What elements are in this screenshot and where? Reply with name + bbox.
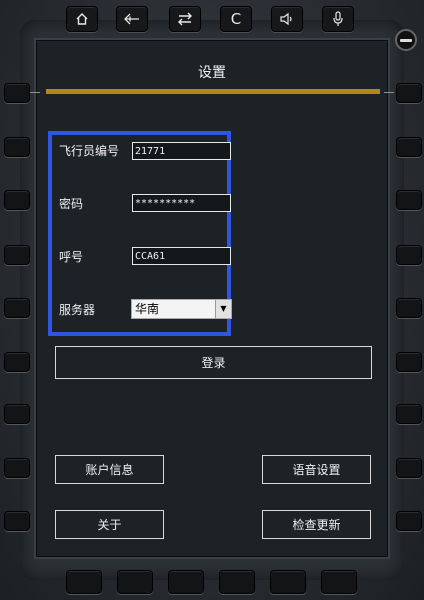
right-soft-key-3[interactable]	[396, 190, 422, 210]
back-button[interactable]	[116, 6, 148, 32]
clear-label: C	[230, 10, 242, 28]
left-soft-key-2[interactable]	[4, 137, 30, 157]
check-updates-label: 检查更新	[292, 518, 341, 532]
microphone-icon	[333, 11, 343, 26]
server-label: 服务器	[59, 303, 96, 317]
mic-button[interactable]	[322, 6, 354, 32]
left-soft-key-6[interactable]	[4, 352, 30, 372]
tick-mark	[384, 92, 394, 93]
bottom-key-6[interactable]	[321, 570, 357, 594]
right-soft-key-4[interactable]	[396, 245, 422, 265]
voice-settings-button[interactable]: 语音设置	[262, 455, 371, 484]
check-updates-button[interactable]: 检查更新	[262, 510, 371, 539]
tick-mark	[30, 92, 40, 93]
about-button[interactable]: 关于	[55, 510, 164, 539]
server-select-value: 华南	[135, 302, 160, 316]
home-icon	[76, 13, 88, 25]
password-field[interactable]: **********	[132, 194, 231, 212]
bottom-key-1[interactable]	[66, 570, 102, 594]
left-soft-key-9[interactable]	[4, 511, 30, 531]
bottom-key-3[interactable]	[168, 570, 204, 594]
brightness-knob[interactable]	[395, 29, 417, 51]
right-soft-key-1[interactable]	[396, 83, 422, 103]
right-soft-key-9[interactable]	[396, 511, 422, 531]
bottom-key-5[interactable]	[270, 570, 306, 594]
bottom-key-2[interactable]	[117, 570, 153, 594]
title-underline	[46, 89, 380, 94]
callsign-label: 呼号	[59, 250, 84, 264]
right-soft-key-2[interactable]	[396, 137, 422, 157]
volume-button[interactable]	[271, 6, 303, 32]
left-soft-key-4[interactable]	[4, 245, 30, 265]
swap-button[interactable]	[169, 6, 201, 32]
home-button[interactable]	[66, 6, 98, 32]
page-title: 设置	[198, 65, 226, 81]
left-soft-key-8[interactable]	[4, 458, 30, 478]
left-soft-key-3[interactable]	[4, 190, 30, 210]
right-soft-key-6[interactable]	[396, 352, 422, 372]
bottom-key-4[interactable]	[219, 570, 255, 594]
login-button-label: 登录	[201, 356, 226, 370]
about-label: 关于	[97, 518, 122, 532]
account-info-button[interactable]: 账户信息	[55, 455, 164, 484]
left-soft-key-5[interactable]	[4, 298, 30, 318]
clear-button[interactable]: C	[220, 6, 252, 32]
right-soft-key-5[interactable]	[396, 298, 422, 318]
account-info-label: 账户信息	[85, 463, 134, 477]
server-select[interactable]: 华南 ▼	[131, 299, 232, 319]
right-soft-key-8[interactable]	[396, 458, 422, 478]
password-label: 密码	[59, 197, 84, 211]
login-button[interactable]: 登录	[55, 346, 372, 379]
callsign-field[interactable]: CCA61	[132, 247, 231, 265]
left-soft-key-7[interactable]	[4, 404, 30, 424]
back-arrow-icon	[124, 13, 139, 25]
display-screen: 设置 飞行员编号 21771 密码 ********** 呼号 CCA61 服务…	[36, 40, 388, 557]
speaker-icon	[280, 12, 292, 26]
swap-icon	[178, 12, 192, 26]
left-soft-key-1[interactable]	[4, 83, 30, 103]
voice-settings-label: 语音设置	[292, 463, 341, 477]
chevron-down-icon[interactable]: ▼	[215, 300, 231, 318]
pilot-id-label: 飞行员编号	[59, 144, 120, 158]
pilot-id-field[interactable]: 21771	[132, 142, 231, 160]
right-soft-key-7[interactable]	[396, 404, 422, 424]
